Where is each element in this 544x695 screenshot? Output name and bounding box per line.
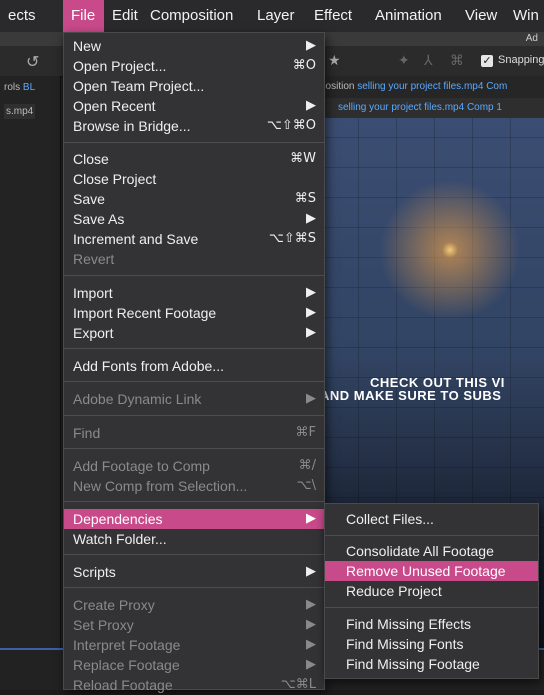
menu-separator xyxy=(64,554,324,555)
composition-tab[interactable]: selling your project files.mp4 Comp 1 xyxy=(320,98,544,118)
menu-separator xyxy=(64,415,324,416)
menu-item-export[interactable]: Export ▶ xyxy=(64,323,324,343)
submenu-item-consolidate-all-footage[interactable]: Consolidate All Footage xyxy=(325,541,538,561)
menu-item-replace-footage: Replace Footage ▶ xyxy=(73,657,316,673)
menu-item-save[interactable]: Save ⌘S xyxy=(64,189,324,209)
menu-layer[interactable]: Layer xyxy=(249,0,303,32)
menu-window-truncated[interactable]: Win xyxy=(505,0,544,32)
menu-separator xyxy=(325,535,538,536)
menu-view[interactable]: View xyxy=(457,0,505,32)
menu-separator xyxy=(64,348,324,349)
submenu-arrow-icon: ▶ xyxy=(306,325,316,340)
submenu-item-find-missing-fonts[interactable]: Find Missing Fonts xyxy=(325,634,538,654)
submenu-item-remove-unused-footage[interactable]: Remove Unused Footage xyxy=(325,561,538,581)
menu-item-find: Find ⌘F xyxy=(73,425,316,441)
menu-item-watch-folder[interactable]: Watch Folder... xyxy=(64,529,324,549)
menu-item-close[interactable]: Close ⌘W xyxy=(64,149,324,169)
dependencies-submenu: Collect Files... Consolidate All Footage… xyxy=(324,503,539,679)
menu-separator xyxy=(64,501,324,502)
menu-separator xyxy=(64,275,324,276)
menu-separator xyxy=(64,587,324,588)
snapping-checkbox[interactable]: ✓ xyxy=(481,55,493,67)
menu-separator xyxy=(64,448,324,449)
submenu-arrow-icon: ▶ xyxy=(306,391,316,406)
snapping-label: Snapping xyxy=(498,54,544,66)
menu-item-reload-footage: Reload Footage ⌥⌘L xyxy=(73,677,316,693)
menu-animation[interactable]: Animation xyxy=(367,0,450,32)
menu-item-revert: Revert xyxy=(73,251,115,267)
menu-item-adobe-dynamic-link: Adobe Dynamic Link ▶ xyxy=(73,391,316,407)
submenu-arrow-icon: ▶ xyxy=(306,285,316,300)
undo-icon[interactable]: ↺ xyxy=(26,52,39,72)
menu-item-open-team-project[interactable]: Open Team Project... xyxy=(64,76,324,96)
menu-item-close-project[interactable]: Close Project xyxy=(64,169,324,189)
submenu-item-find-missing-effects[interactable]: Find Missing Effects xyxy=(325,614,538,634)
menu-item-new-comp-from-selection: New Comp from Selection... ⌥\ xyxy=(73,478,316,494)
menu-item-open-project[interactable]: Open Project... ⌘O xyxy=(64,56,324,76)
menu-item-interpret-footage: Interpret Footage ▶ xyxy=(73,637,316,653)
menu-item-import[interactable]: Import ▶ xyxy=(64,283,324,303)
menu-effects-truncated[interactable]: ects xyxy=(0,0,44,32)
submenu-arrow-icon: ▶ xyxy=(306,564,316,579)
menu-separator xyxy=(64,142,324,143)
menu-effect[interactable]: Effect xyxy=(306,0,360,32)
menu-edit[interactable]: Edit xyxy=(104,0,146,32)
menu-item-increment-and-save[interactable]: Increment and Save ⌥⇧⌘S xyxy=(64,229,324,249)
file-menu: New ▶ Open Project... ⌘O Open Team Project… xyxy=(63,32,325,693)
menu-item-dependencies[interactable]: Dependencies ▶ xyxy=(64,509,324,529)
menu-item-create-proxy: Create Proxy ▶ xyxy=(73,597,316,613)
menu-item-import-recent-footage[interactable]: Import Recent Footage ▶ xyxy=(64,303,324,323)
menu-composition[interactable]: Composition xyxy=(142,0,241,32)
composition-path-bar: position selling your project files.mp4 … xyxy=(320,76,544,98)
puppet-pin-icon[interactable]: ✦ xyxy=(398,52,410,69)
video-overlay-text: CHECK OUT THIS VI AND MAKE SURE TO SUBS xyxy=(320,375,505,403)
submenu-arrow-icon: ▶ xyxy=(306,98,316,113)
app-title: Ad xyxy=(525,33,538,44)
submenu-arrow-icon: ▶ xyxy=(306,38,316,53)
menu-item-save-as[interactable]: Save As ▶ xyxy=(64,209,324,229)
submenu-item-reduce-project[interactable]: Reduce Project xyxy=(325,581,538,601)
menu-item-set-proxy: Set Proxy ▶ xyxy=(73,617,316,633)
submenu-arrow-icon: ▶ xyxy=(306,657,316,672)
submenu-arrow-icon: ▶ xyxy=(306,597,316,612)
puppet-starch-icon[interactable]: ⌘ xyxy=(450,52,464,69)
menu-item-scripts[interactable]: Scripts ▶ xyxy=(64,562,324,582)
project-item-tab[interactable]: s.mp4 xyxy=(4,104,36,119)
composition-link[interactable]: selling your project files.mp4 Com xyxy=(357,81,507,92)
menu-item-browse-in-bridge[interactable]: Browse in Bridge... ⌥⇧⌘O xyxy=(64,116,324,136)
menu-separator xyxy=(325,607,538,608)
puppet-overlap-icon[interactable]: ⅄ xyxy=(424,52,433,69)
menu-item-new[interactable]: New ▶ xyxy=(64,36,324,56)
menu-bar: ects File Edit Composition Layer Effect … xyxy=(0,0,544,33)
menu-separator xyxy=(64,381,324,382)
pin-icon[interactable]: ★ xyxy=(328,52,341,69)
effect-controls-label: rols BL xyxy=(4,82,36,93)
submenu-arrow-icon: ▶ xyxy=(306,617,316,632)
submenu-arrow-icon: ▶ xyxy=(306,211,316,226)
menu-item-open-recent[interactable]: Open Recent ▶ xyxy=(64,96,324,116)
effects-controls-panel: rols BL s.mp4 xyxy=(0,76,61,676)
submenu-arrow-icon: ▶ xyxy=(306,637,316,652)
menu-file[interactable]: File xyxy=(63,0,104,32)
submenu-item-collect-files[interactable]: Collect Files... xyxy=(325,509,538,529)
submenu-item-find-missing-footage[interactable]: Find Missing Footage xyxy=(325,654,538,674)
submenu-arrow-icon: ▶ xyxy=(306,305,316,320)
submenu-arrow-icon: ▶ xyxy=(306,511,316,526)
menu-item-add-fonts-from-adobe[interactable]: Add Fonts from Adobe... xyxy=(64,356,324,376)
menu-item-add-footage-to-comp: Add Footage to Comp ⌘/ xyxy=(73,458,316,474)
